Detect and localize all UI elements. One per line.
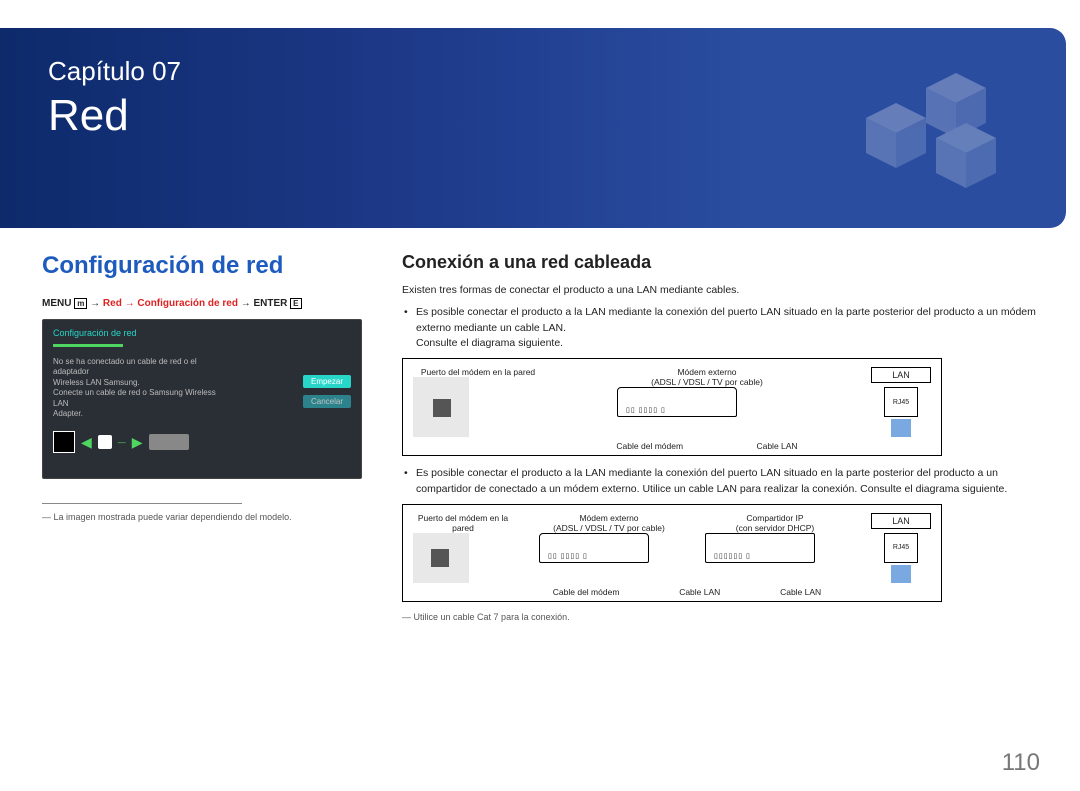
lan-label: LAN [871,367,931,383]
modem-sub: (ADSL / VDSL / TV por cable) [617,377,797,387]
cable-label: Cable del módem [616,441,683,451]
osd-diagram: ◀ — ▶ [53,431,351,453]
bullet-item: Es posible conectar el producto a la LAN… [416,305,1038,352]
dash-icon: — [118,438,126,447]
wall-label: Puerto del módem en la pared [413,367,543,377]
menu-suffix: → ENTER [238,298,287,309]
modem-icon: ▯▯ ▯▯▯▯ ▯ [617,387,737,417]
wall-plate-icon [413,533,469,583]
arrow-icon: ▶ [132,434,143,451]
osd-screenshot: Configuración de red No se ha conectado … [42,319,362,479]
lan-label: LAN [871,513,931,529]
cable-plug-icon [98,435,112,449]
page-number: 110 [1002,749,1040,777]
menu-icon: m [74,298,87,309]
cat7-note: ― Utilice un cable Cat 7 para la conexió… [402,612,1038,622]
cat7-text: Utilice un cable Cat 7 para la conexión. [414,612,570,622]
divider [42,503,242,504]
arrow: → [90,298,103,309]
footnote-text: La imagen mostrada puede variar dependie… [54,512,292,522]
subsection-heading: Conexión a una red cableada [402,252,1038,273]
menu-path: MENU m → Red → Configuración de red → EN… [42,298,362,309]
rj45-port: RJ45 [884,533,918,563]
osd-line3: Conecte un cable de red o Samsung Wirele… [53,388,216,407]
osd-line4: Adapter. [53,409,83,418]
footnote: ― La imagen mostrada puede variar depend… [42,512,362,522]
osd-message: No se ha conectado un cable de red o el … [53,357,233,419]
diagram-1: Puerto del módem en la pared Módem exter… [402,358,942,456]
cable-label: Cable LAN [780,587,821,597]
modem-label: Módem externo [617,367,797,377]
router-sub: (con servidor DHCP) [705,523,845,533]
section-heading: Configuración de red [42,252,362,280]
modem-label: Módem externo [539,513,679,523]
intro-text: Existen tres formas de conectar el produ… [402,283,1038,299]
diagram-2: Puerto del módem en la pared Módem exter… [402,504,942,602]
start-button[interactable]: Empezar [303,375,351,388]
arrow-icon: ◀ [81,434,92,451]
rj45-jack-icon [891,565,911,583]
rj45-label: RJ45 [893,544,909,551]
enter-icon: E [290,298,301,309]
wall-plate-icon [413,377,469,437]
bullet-item: Es posible conectar el producto a la LAN… [416,466,1038,498]
cable-label: Cable del módem [553,587,620,597]
rj45-label: RJ45 [893,399,909,406]
decorative-cubes [726,68,1026,208]
menu-prefix: MENU [42,298,71,309]
adapter-icon [149,434,189,450]
rj45-port: RJ45 [884,387,918,417]
cancel-button[interactable]: Cancelar [303,395,351,408]
osd-progress-bar [53,344,123,347]
menu-red: Red → Configuración de red [103,298,238,309]
osd-line2: Wireless LAN Samsung. [53,378,140,387]
router-label: Compartidor IP [705,513,845,523]
modem-sub: (ADSL / VDSL / TV por cable) [539,523,679,533]
bullet-text: Consulte el diagrama siguiente. [416,337,563,349]
rj45-jack-icon [891,419,911,437]
router-icon: ▯▯▯▯▯▯ ▯ [705,533,815,563]
chapter-header: Capítulo 07 Red [0,28,1066,228]
osd-line1: No se ha conectado un cable de red o el … [53,357,197,376]
cable-label: Cable LAN [756,441,797,451]
cable-label: Cable LAN [679,587,720,597]
modem-icon: ▯▯ ▯▯▯▯ ▯ [539,533,649,563]
osd-title: Configuración de red [53,328,351,338]
bullet-text: Es posible conectar el producto a la LAN… [416,306,1036,334]
wall-label: Puerto del módem en la pared [413,513,513,533]
lan-port-icon [53,431,75,453]
